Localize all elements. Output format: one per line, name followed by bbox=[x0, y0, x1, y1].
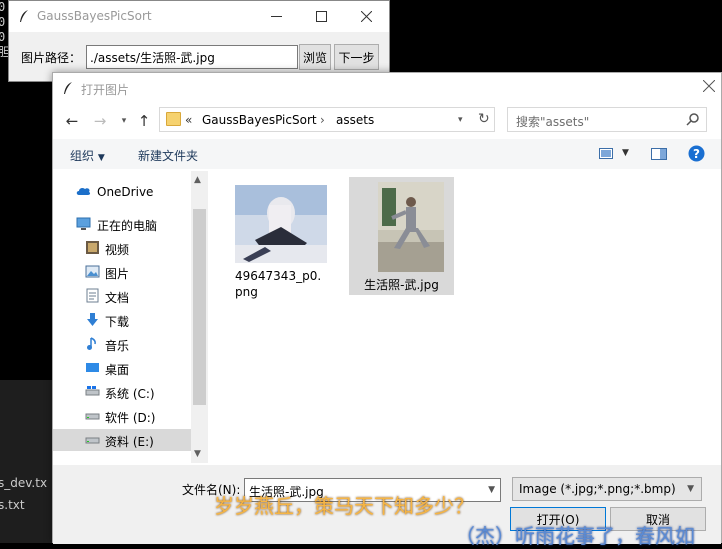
path-input[interactable]: ./assets/生活照-武.jpg bbox=[86, 45, 298, 69]
close-icon bbox=[702, 79, 716, 93]
feather-icon bbox=[64, 82, 72, 94]
dialog-titlebar[interactable]: 打开图片 bbox=[53, 73, 721, 104]
breadcrumb-separator: › bbox=[320, 113, 325, 127]
file-name: 49647343_p0.png bbox=[235, 269, 322, 299]
close-icon bbox=[361, 11, 372, 22]
navigation-pane: OneDrive 正在的电脑 视频 图片 文档 下载 音乐 桌面 系统 (C:)… bbox=[53, 171, 207, 463]
computer-icon bbox=[76, 217, 91, 230]
arrow-right-icon: → bbox=[93, 112, 107, 130]
main-window: GaussBayesPicSort 图片路径： ./assets/生活照-武.j… bbox=[8, 0, 390, 82]
nav-item-drive-d[interactable]: 软件 (D:) bbox=[53, 405, 191, 427]
scrollbar-thumb[interactable] bbox=[193, 209, 206, 405]
maximize-icon bbox=[316, 11, 327, 22]
desktop-lyric-line: 岁岁燕丘，策马天下知多少？ bbox=[214, 494, 474, 518]
cloud-icon bbox=[76, 187, 91, 195]
editor-file-item[interactable]: s_dev.tx bbox=[0, 476, 47, 490]
file-name: 生活照-武.jpg bbox=[364, 278, 439, 292]
close-button[interactable] bbox=[344, 1, 389, 32]
nav-item-videos[interactable]: 视频 bbox=[53, 237, 191, 259]
file-type-select[interactable]: Image (*.jpg;*.png;*.bmp) ▼ bbox=[512, 477, 702, 501]
dialog-close-button[interactable] bbox=[702, 77, 716, 96]
desktop-icon bbox=[86, 363, 99, 372]
file-item-selected[interactable]: 生活照-武.jpg bbox=[349, 177, 454, 295]
nav-item-music[interactable]: 音乐 bbox=[53, 333, 191, 355]
view-options-chevron[interactable]: ▼ bbox=[622, 148, 629, 158]
view-mode-icon[interactable] bbox=[599, 148, 613, 159]
next-button[interactable]: 下一步 bbox=[334, 44, 379, 70]
anime-thumbnail-image bbox=[235, 185, 327, 263]
breadcrumb-item[interactable]: GaussBayesPicSort bbox=[202, 113, 317, 127]
nav-item-documents[interactable]: 文档 bbox=[53, 285, 191, 307]
nav-item-desktop[interactable]: 桌面 bbox=[53, 357, 191, 379]
download-icon bbox=[87, 313, 98, 326]
forward-button[interactable]: → bbox=[89, 110, 111, 132]
scroll-down-icon[interactable]: ▼ bbox=[194, 449, 201, 459]
drive-icon bbox=[85, 413, 100, 420]
new-folder-button[interactable]: 新建文件夹 bbox=[138, 147, 198, 164]
nav-item-drive-c[interactable]: 系统 (C:) bbox=[53, 381, 191, 403]
video-icon bbox=[86, 241, 99, 254]
search-placeholder: 搜索"assets" bbox=[516, 115, 590, 129]
browse-button[interactable]: 浏览 bbox=[299, 44, 331, 70]
dialog-title: 打开图片 bbox=[81, 83, 130, 97]
search-box[interactable]: 搜索"assets" bbox=[507, 107, 707, 132]
drive-icon bbox=[85, 386, 100, 396]
open-file-dialog: 打开图片 ← → ▾ ↑ « GaussBayesPicSort › asset… bbox=[52, 72, 722, 544]
preview-pane-icon[interactable] bbox=[651, 148, 667, 160]
address-bar[interactable]: « GaussBayesPicSort › assets ▾ ↻ bbox=[159, 107, 495, 132]
help-icon[interactable]: ? bbox=[688, 145, 705, 162]
scroll-up-icon[interactable]: ▲ bbox=[194, 175, 201, 185]
breadcrumb-overflow[interactable]: « bbox=[185, 113, 192, 127]
nav-scrollbar[interactable]: ▲ ▼ bbox=[191, 171, 208, 463]
dialog-toolbar: 组织 ▼ 新建文件夹 ▼ ? bbox=[53, 139, 721, 169]
up-button[interactable]: ↑ bbox=[133, 110, 155, 132]
photo-thumbnail-image bbox=[378, 182, 444, 272]
recent-locations-button[interactable]: ▾ bbox=[113, 110, 135, 132]
search-icon bbox=[686, 113, 699, 126]
breadcrumb-item[interactable]: assets bbox=[336, 113, 374, 127]
organize-menu[interactable]: 组织 ▼ bbox=[70, 147, 105, 164]
chevron-down-icon: ▼ bbox=[687, 484, 694, 494]
feather-icon bbox=[20, 10, 28, 22]
maximize-button[interactable] bbox=[299, 1, 344, 32]
minimize-icon bbox=[271, 15, 282, 17]
folder-icon bbox=[166, 112, 181, 126]
chevron-down-icon[interactable]: ▼ bbox=[488, 485, 495, 495]
svg-text:?: ? bbox=[693, 147, 700, 161]
main-titlebar[interactable]: GaussBayesPicSort bbox=[9, 1, 389, 32]
desktop-lyric-line: （杰）听雨花事了，春风如 bbox=[455, 524, 695, 548]
music-icon bbox=[87, 337, 96, 350]
drive-icon bbox=[85, 437, 100, 444]
editor-file-item[interactable]: s.txt bbox=[0, 498, 25, 512]
back-button[interactable]: ← bbox=[61, 110, 83, 132]
nav-item-this-pc[interactable]: 正在的电脑 bbox=[53, 213, 191, 235]
refresh-icon[interactable]: ↻ bbox=[478, 111, 490, 127]
main-window-title: GaussBayesPicSort bbox=[37, 9, 152, 23]
chevron-down-icon[interactable]: ▾ bbox=[458, 115, 463, 125]
document-icon bbox=[86, 288, 99, 303]
arrow-left-icon: ← bbox=[65, 112, 79, 130]
file-item[interactable]: 49647343_p0.png bbox=[225, 185, 330, 300]
picture-icon bbox=[85, 265, 100, 278]
nav-item-drive-e[interactable]: 资料 (E:) bbox=[53, 429, 191, 451]
chevron-down-icon: ▾ bbox=[121, 116, 127, 126]
nav-item-downloads[interactable]: 下载 bbox=[53, 309, 191, 331]
minimize-button[interactable] bbox=[254, 1, 299, 32]
arrow-up-icon: ↑ bbox=[137, 112, 151, 130]
path-label: 图片路径： bbox=[21, 51, 82, 65]
nav-item-pictures[interactable]: 图片 bbox=[53, 261, 191, 283]
editor-file-list: s_dev.tx s.txt bbox=[0, 380, 52, 543]
nav-item-onedrive[interactable]: OneDrive bbox=[53, 181, 191, 203]
